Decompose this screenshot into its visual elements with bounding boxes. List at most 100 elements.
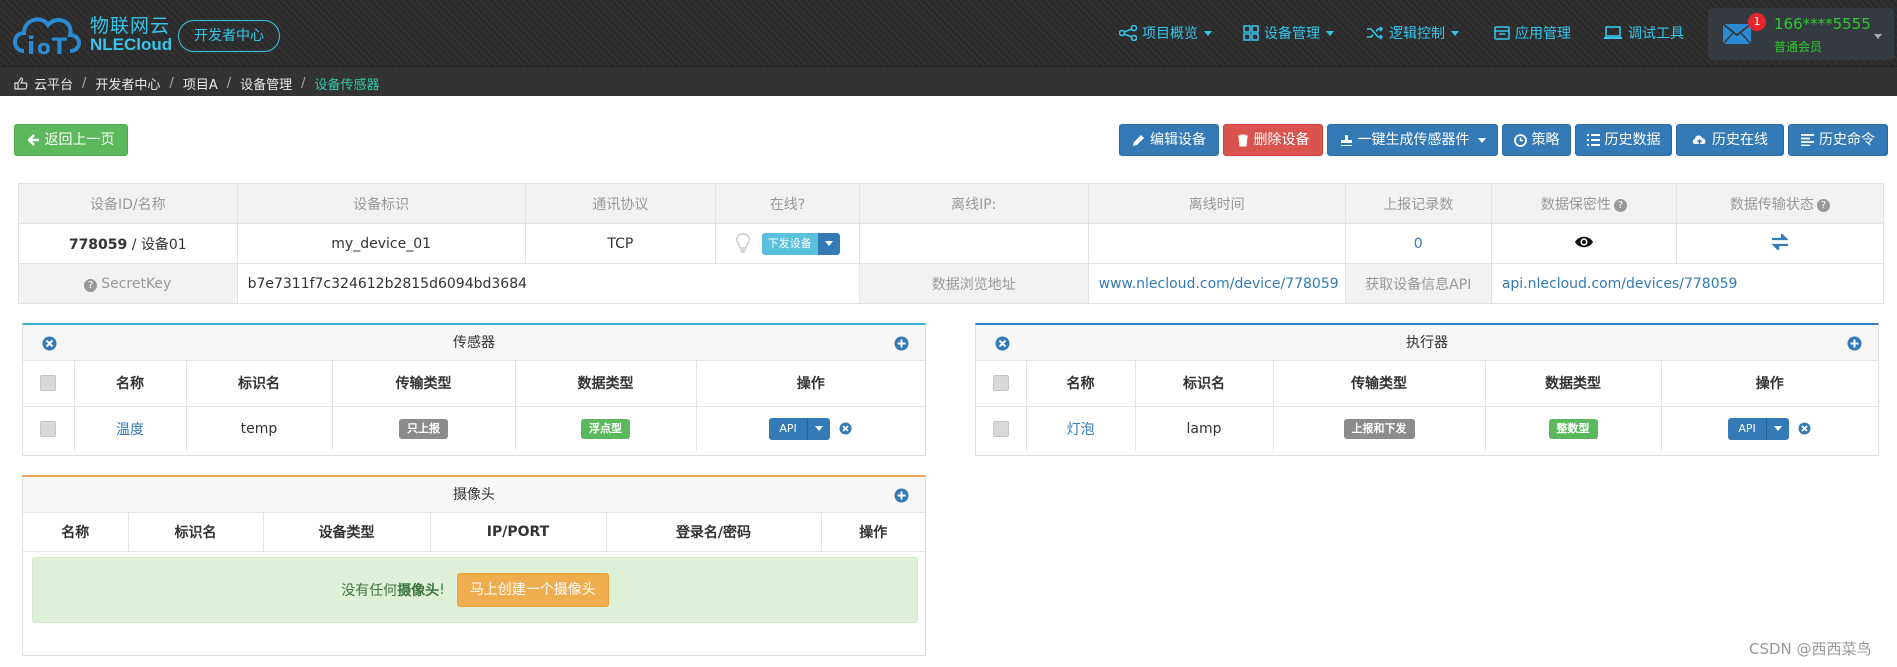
nav-device-management[interactable]: 设备管理 (1243, 22, 1334, 44)
top-navbar: i o T 物联网云 NLECloud 开发者中心 项目概览 设备管理 逻辑控制… (0, 0, 1897, 66)
envelope-icon[interactable] (1722, 22, 1752, 46)
nlecloud-logo[interactable]: i o T (10, 7, 90, 59)
api-button[interactable]: API (769, 417, 808, 440)
edit-device-button[interactable]: 编辑设备 (1119, 124, 1219, 156)
sensor-name-link[interactable]: 温度 (116, 422, 144, 438)
transfer-status-cell (1675, 223, 1885, 264)
plus-circle-icon[interactable] (894, 336, 909, 351)
api-split-button[interactable]: API (769, 417, 830, 440)
send-device-dropdown[interactable] (817, 232, 840, 255)
create-camera-button[interactable]: 马上创建一个摄像头 (456, 573, 609, 607)
actuator-dtype-cell: 整数型 (1484, 405, 1662, 451)
select-all-checkbox[interactable] (40, 375, 57, 392)
history-data-label: 历史数据 (1604, 132, 1661, 148)
back-button[interactable]: 返回上一页 (14, 124, 128, 156)
strategy-button[interactable]: 策略 (1502, 124, 1571, 156)
history-online-button[interactable]: 历史在线 (1676, 124, 1784, 156)
plus-circle-icon[interactable] (1847, 336, 1862, 351)
breadcrumb-bar: 云平台 / 开发者中心 / 项目A / 设备管理 / 设备传感器 (0, 66, 1897, 96)
api-url-link[interactable]: api.nlecloud.com/devices/778059 (1490, 263, 1885, 304)
actuators-title: 执行器 (1406, 335, 1448, 351)
column-header: 操作 (695, 361, 925, 407)
strategy-label: 策略 (1531, 132, 1560, 148)
shuffle-icon (1367, 26, 1384, 40)
api-split-button[interactable]: API (1728, 417, 1789, 440)
history-data-button[interactable]: 历史数据 (1575, 124, 1672, 156)
history-online-label: 历史在线 (1712, 132, 1768, 148)
column-header-label: 数据传输状态 (1729, 196, 1814, 213)
nav-project-overview[interactable]: 项目概览 (1119, 22, 1212, 44)
history-command-button[interactable]: 历史命令 (1788, 124, 1888, 156)
column-header: 离线IP: (858, 183, 1089, 224)
actuator-transfer-cell: 上报和下发 (1272, 405, 1486, 451)
help-icon[interactable]: ? (84, 278, 98, 292)
delete-circle-icon[interactable] (1798, 422, 1811, 435)
lightbulb-icon (736, 232, 751, 253)
browse-url-link[interactable]: www.nlecloud.com/device/778059 (1087, 263, 1346, 304)
nav-debug-tools[interactable]: 调试工具 (1603, 22, 1684, 44)
breadcrumb-developer-center[interactable]: 开发者中心 (95, 74, 160, 93)
close-circle-icon[interactable] (995, 336, 1010, 351)
nav-logic-control[interactable]: 逻辑控制 (1366, 22, 1459, 44)
actuator-name-link[interactable]: 灯泡 (1067, 422, 1095, 438)
user-menu[interactable]: 1 166****5555 普通会员 (1708, 8, 1894, 60)
nav-label: 设备管理 (1264, 26, 1320, 42)
generate-sensors-button[interactable]: 一键生成传感器件 (1327, 124, 1498, 156)
cameras-panel: 摄像头 名称 标识名 设备类型 IP/PORT 登录名/密码 操作 没有任何 摄像… (22, 475, 926, 656)
nav-app-management[interactable]: 应用管理 (1494, 22, 1571, 44)
edit-label: 编辑设备 (1150, 132, 1206, 148)
exchange-arrows-icon[interactable] (1770, 231, 1790, 252)
breadcrumb-separator: / (169, 76, 174, 91)
developer-center-badge[interactable]: 开发者中心 (178, 20, 280, 52)
send-device-split-button[interactable]: 下发设备 (761, 232, 840, 255)
nav-label: 调试工具 (1628, 26, 1684, 42)
api-dropdown[interactable] (1766, 417, 1789, 440)
align-left-icon (1801, 134, 1814, 146)
help-icon[interactable]: ? (1816, 198, 1830, 212)
no-camera-alert: 没有任何 摄像头! 马上创建一个摄像头 (32, 557, 918, 623)
row-checkbox[interactable] (40, 420, 57, 437)
table-row: 灯泡 lamp 上报和下发 整数型 API (976, 405, 1878, 451)
close-circle-icon[interactable] (42, 336, 57, 351)
select-all-cell (23, 361, 75, 407)
help-icon[interactable]: ? (1613, 198, 1627, 212)
data-type-badge: 浮点型 (581, 418, 630, 439)
stamp-icon (1340, 134, 1352, 146)
row-select-cell (23, 405, 75, 451)
sensor-transfer-cell: 只上报 (331, 405, 516, 451)
api-button[interactable]: API (1728, 417, 1767, 440)
eye-icon[interactable] (1574, 235, 1594, 249)
column-header: 设备类型 (262, 513, 431, 552)
api-dropdown[interactable] (807, 417, 830, 440)
sensor-dtype-cell: 浮点型 (514, 405, 697, 451)
device-secret-row: ? SecretKey b7e7311f7c324612b2815d6094bd3… (18, 263, 1885, 304)
column-header: 操作 (1660, 361, 1878, 407)
sensor-name-cell: 温度 (73, 405, 187, 451)
breadcrumb-device-management[interactable]: 设备管理 (240, 74, 292, 93)
hand-pointer-icon (14, 77, 28, 90)
column-header: 名称 (73, 361, 187, 407)
share-nodes-icon (1119, 25, 1137, 41)
select-all-checkbox[interactable] (992, 375, 1009, 392)
sensors-table: 名称 标识名 传输类型 数据类型 操作 温度 temp 只上报 浮点型 API (23, 361, 925, 451)
column-header-transfer-status: 数据传输状态? (1675, 183, 1885, 224)
plus-circle-icon[interactable] (894, 488, 909, 503)
send-device-button[interactable]: 下发设备 (761, 232, 818, 255)
table-row: 温度 temp 只上报 浮点型 API (23, 405, 925, 451)
secrecy-cell (1490, 223, 1677, 264)
empty-prefix: 没有任何 (341, 583, 398, 599)
breadcrumb-cloud-platform[interactable]: 云平台 (34, 74, 73, 93)
delete-device-button[interactable]: 删除设备 (1223, 124, 1323, 156)
history-cmd-label: 历史命令 (1819, 132, 1875, 148)
empty-bold: 摄像头 (397, 583, 440, 599)
breadcrumb-project[interactable]: 项目A (183, 74, 218, 93)
sensors-panel: 传感器 名称 标识名 传输类型 数据类型 操作 温度 temp 只上报 浮点型 … (22, 323, 926, 456)
report-count-link[interactable]: 0 (1344, 223, 1492, 264)
secret-key-label: SecretKey (101, 275, 172, 292)
cameras-panel-header: 摄像头 (23, 477, 925, 513)
column-header: 离线时间 (1087, 183, 1346, 224)
generate-label: 一键生成传感器件 (1357, 132, 1470, 148)
row-checkbox[interactable] (992, 420, 1009, 437)
delete-circle-icon[interactable] (839, 422, 852, 435)
actuators-header-row: 名称 标识名 传输类型 数据类型 操作 (976, 361, 1878, 407)
